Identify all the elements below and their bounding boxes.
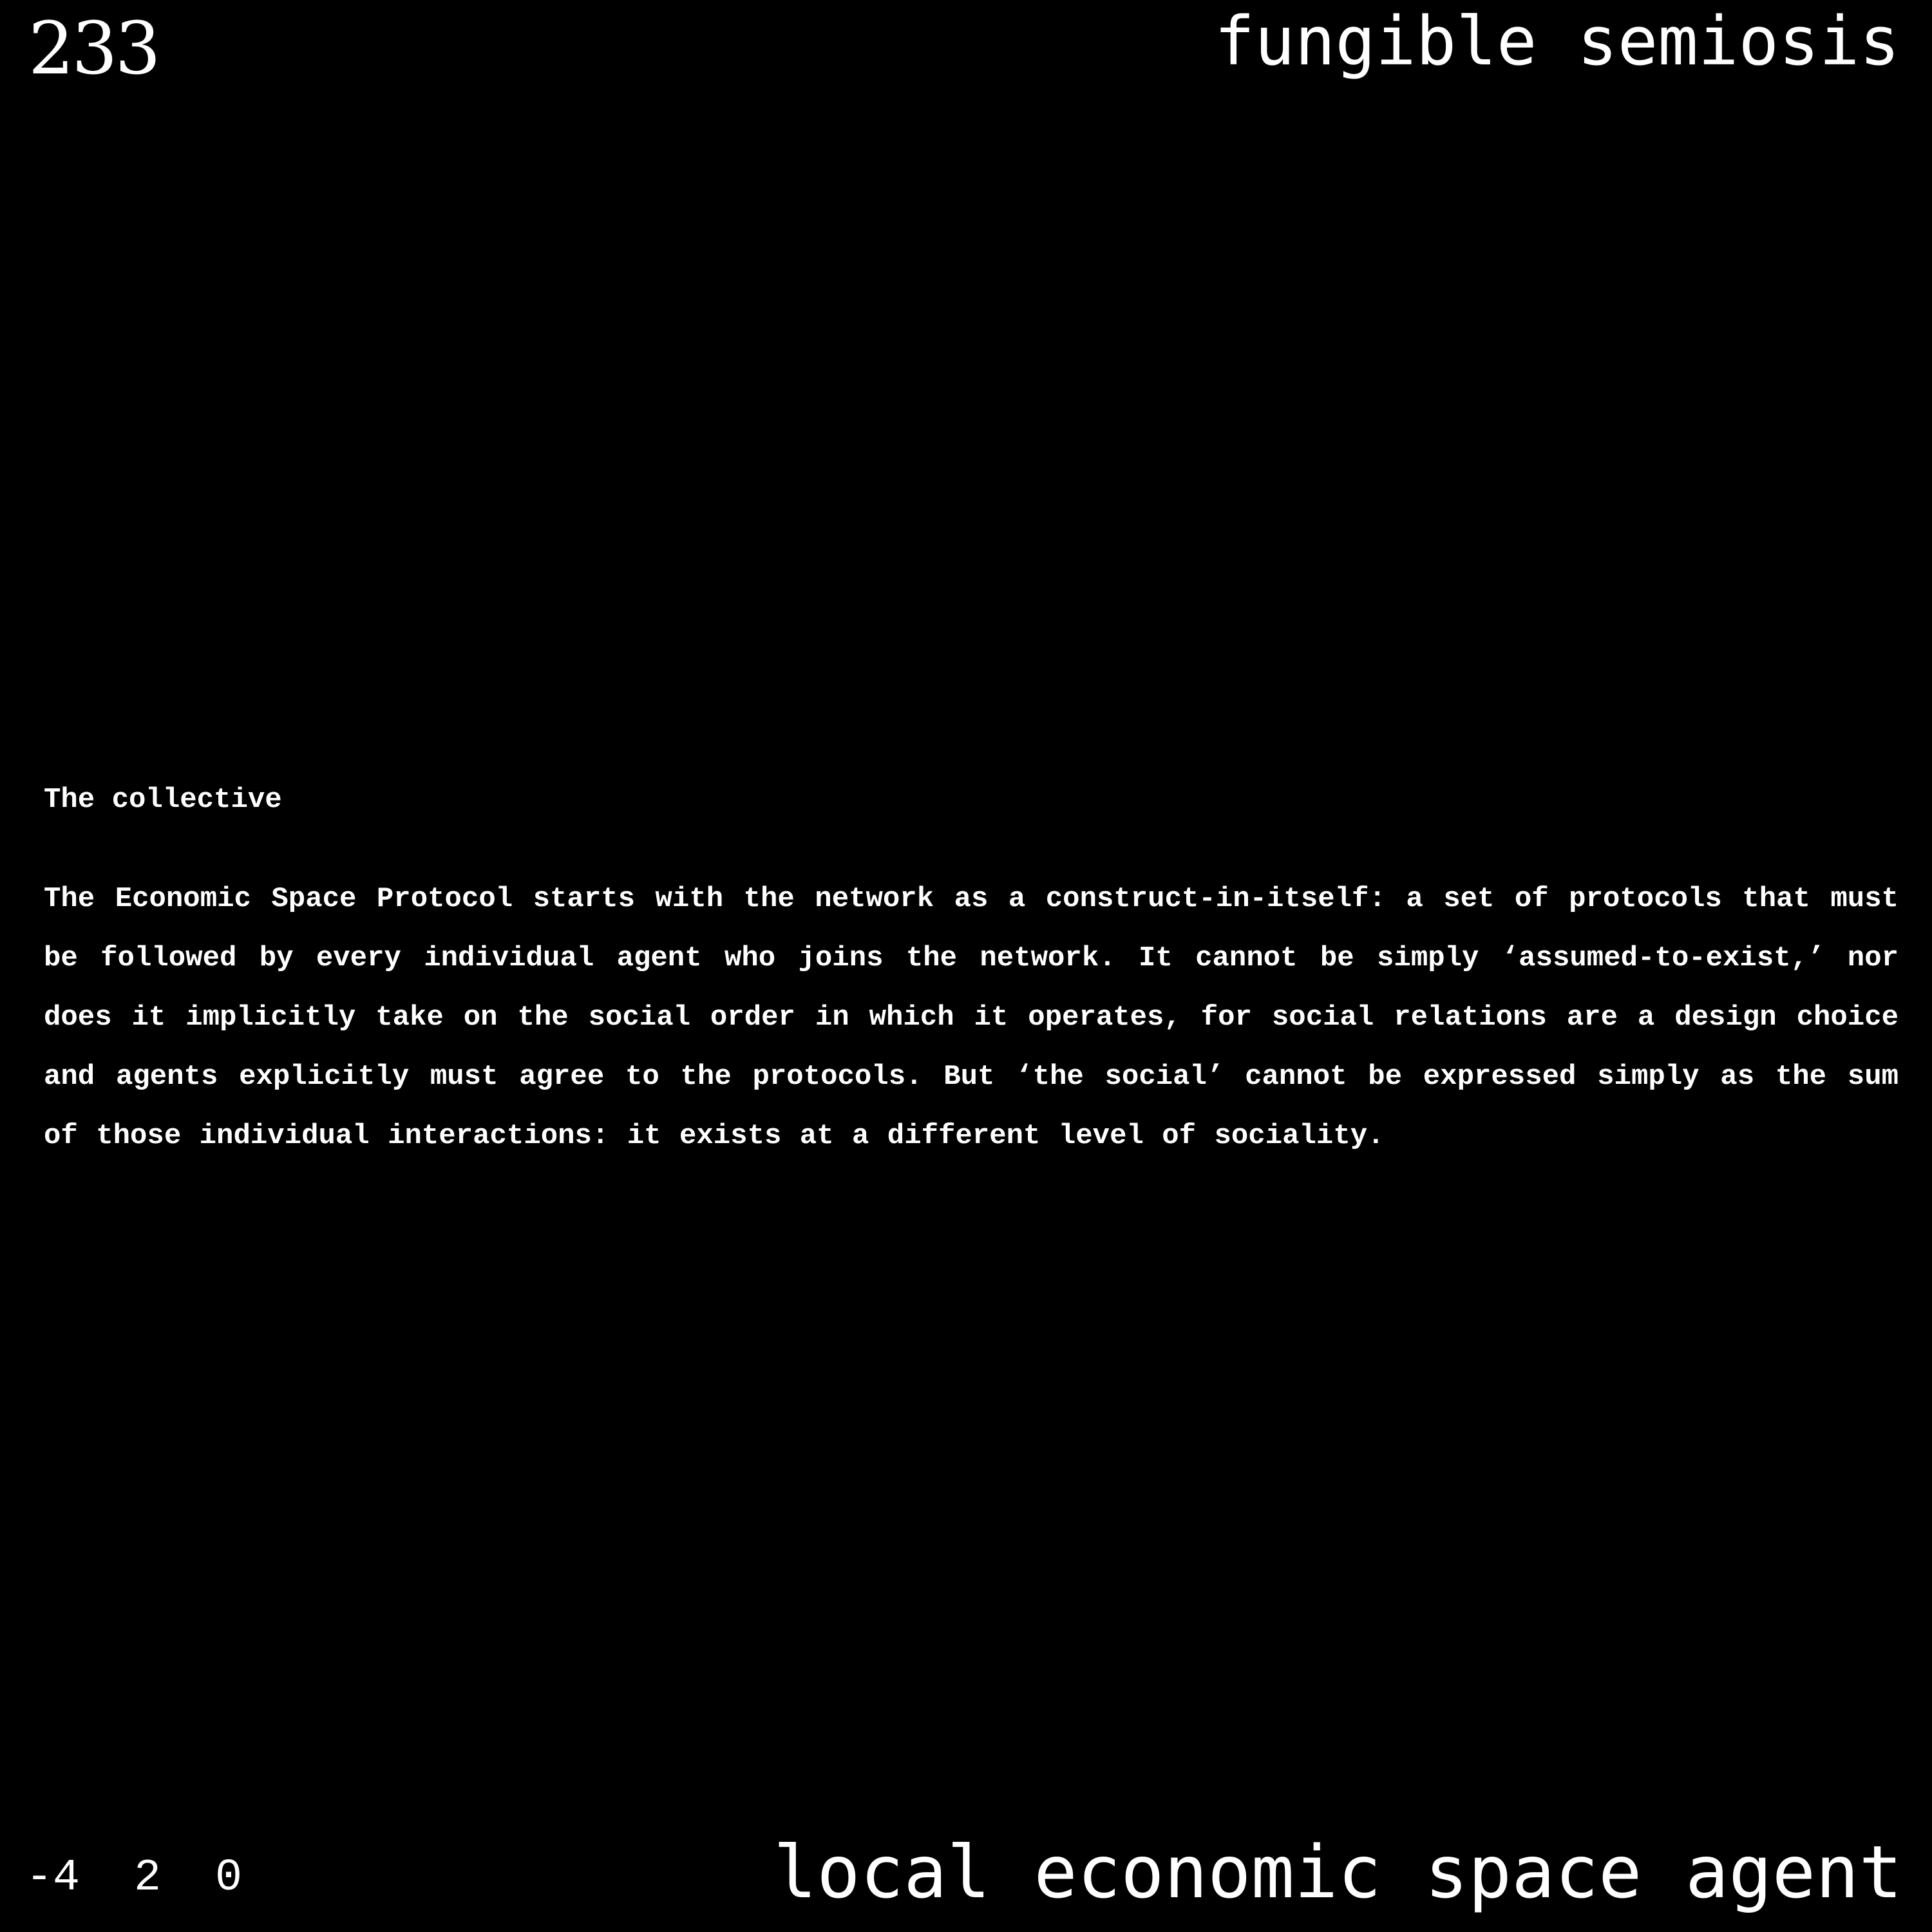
page: 233 fungible semiosis The collective The…	[0, 0, 1932, 1932]
coordinates-readout: -4 2 0	[26, 1853, 243, 1904]
agent-label: local economic space agent	[773, 1831, 1902, 1915]
content-section: The collective The Economic Space Protoc…	[44, 779, 1899, 1166]
page-number: 233	[28, 7, 161, 91]
body-paragraph: The Economic Space Protocol starts with …	[44, 883, 1899, 1152]
section-heading: The collective	[44, 784, 282, 816]
series-title: fungible semiosis	[1214, 2, 1900, 80]
